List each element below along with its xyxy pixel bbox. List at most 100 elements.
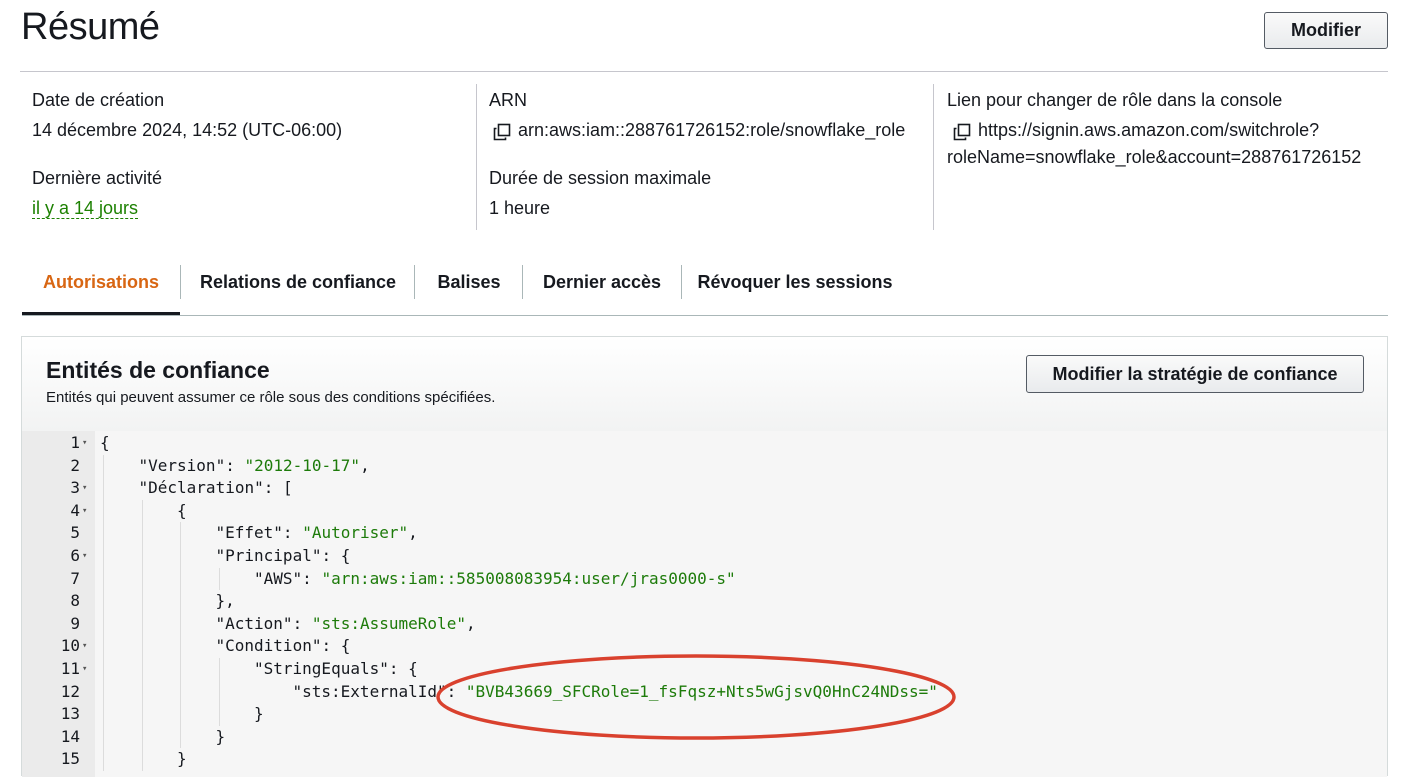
json-token: "Version": <box>138 455 245 475</box>
code-line: 6 ▾ "Principal": { <box>22 545 1387 568</box>
code-text: "Action": "sts:AssumeRole", <box>216 613 476 636</box>
json-string: "sts:AssumeRole" <box>311 613 466 633</box>
summary-divider <box>476 84 477 230</box>
tab-trust-relationships[interactable]: Relations de confiance <box>194 260 402 315</box>
line-number: 9 <box>70 613 80 633</box>
code-text: { <box>100 432 110 455</box>
session-duration-label: Durée de session maximale <box>489 168 712 188</box>
json-token: }, <box>215 591 235 611</box>
console-link-line-1[interactable]: https://signin.aws.amazon.com/switchrole… <box>978 120 1319 141</box>
panel-description: Entités qui peuvent assumer ce rôle sous… <box>46 389 496 406</box>
line-number: 11 <box>60 659 80 678</box>
json-token: { <box>177 500 187 520</box>
json-token: , <box>408 523 418 543</box>
code-text: } <box>216 726 226 749</box>
modify-button[interactable]: Modifier <box>1264 12 1388 49</box>
code-line: 7 "AWS": "arn:aws:iam::585008083954:user/… <box>22 568 1387 591</box>
tab-separator <box>681 265 682 299</box>
tab-permissions[interactable]: Autorisations <box>22 260 180 315</box>
json-token: } <box>177 749 187 769</box>
console-link-line-2[interactable]: roleName=snowflake_role&account=28876172… <box>947 147 1361 168</box>
code-text: "StringEquals": { <box>254 658 418 681</box>
json-token: { <box>100 433 110 452</box>
arn-value: arn:aws:iam::288761726152:role/snowflake… <box>518 120 906 140</box>
summary-column-dates: Date de création 14 décembre 2024, 14:52… <box>32 84 472 230</box>
json-token: } <box>215 726 226 746</box>
summary-column-console-link: Lien pour changer de rôle dans la consol… <box>947 84 1387 230</box>
line-number: 7 <box>70 568 80 588</box>
fold-toggle-icon[interactable]: ▾ <box>82 432 92 455</box>
json-token: "Action": <box>215 613 312 633</box>
tab-separator <box>180 265 181 299</box>
json-token: "StringEquals": { <box>254 659 418 678</box>
fold-toggle-icon[interactable]: ▾ <box>82 477 92 500</box>
fold-toggle-icon[interactable]: ▾ <box>82 635 92 658</box>
line-number: 1 <box>70 433 80 452</box>
creation-date-label: Date de création <box>32 90 165 110</box>
line-number: 14 <box>60 726 80 746</box>
indent-guide <box>141 499 143 771</box>
tab-bar: Autorisations Relations de confiance Bal… <box>22 260 1388 316</box>
code-text: { <box>177 500 187 523</box>
code-text: "Version": "2012-10-17", <box>139 455 370 478</box>
summary-divider <box>933 84 934 230</box>
json-token: "Déclaration": [ <box>138 478 293 498</box>
summary-column-arn: ARN arn:aws:iam::288761726152:role/snowf… <box>489 84 929 230</box>
header-divider <box>20 71 1388 72</box>
code-line: 5 "Effet": "Autoriser", <box>22 522 1387 545</box>
code-line: 2 "Version": "2012-10-17", <box>22 455 1387 478</box>
session-duration-value: 1 heure <box>489 198 551 218</box>
code-text: "AWS": "arn:aws:iam::585008083954:user/j… <box>254 568 736 591</box>
indent-guide <box>218 658 220 726</box>
code-text: "Effet": "Autoriser", <box>216 522 418 545</box>
last-activity-label: Dernière activité <box>32 168 163 188</box>
indent-guide <box>218 567 220 591</box>
tab-separator <box>522 265 523 299</box>
code-line: 8}, <box>22 590 1387 613</box>
json-token: "Condition": { <box>215 636 351 656</box>
json-string: "Autoriser" <box>302 523 409 543</box>
copy-icon[interactable] <box>493 123 511 141</box>
highlight-oval <box>436 654 956 740</box>
line-number: 5 <box>70 523 80 543</box>
code-text: "Principal": { <box>216 545 351 568</box>
code-text: }, <box>216 590 235 613</box>
json-string: "2012-10-17" <box>244 455 361 475</box>
tab-last-accessed[interactable]: Dernier accès <box>536 260 668 315</box>
json-token: , <box>360 455 370 475</box>
edit-trust-policy-button[interactable]: Modifier la stratégie de confiance <box>1026 355 1364 393</box>
code-line: 4 ▾ { <box>22 500 1387 523</box>
line-number: 8 <box>70 591 80 611</box>
line-number: 3 <box>70 478 80 498</box>
json-token: } <box>254 704 264 724</box>
code-line: 3 ▾ "Déclaration": [ <box>22 477 1387 500</box>
tab-revoke-sessions[interactable]: Révoquer les sessions <box>695 260 895 315</box>
tab-tags[interactable]: Balises <box>428 260 510 315</box>
copy-icon[interactable] <box>953 123 971 141</box>
console-link-label: Lien pour changer de rôle dans la consol… <box>947 90 1283 110</box>
fold-toggle-icon[interactable]: ▾ <box>82 500 92 523</box>
tab-separator <box>414 265 415 299</box>
line-number: 13 <box>60 704 80 724</box>
json-string: "arn:aws:iam::585008083954:user/jras0000… <box>321 568 736 588</box>
json-token: "AWS": <box>254 568 322 588</box>
json-token: , <box>465 613 476 633</box>
page-title: Résumé <box>21 6 160 48</box>
code-text: "Condition": { <box>216 635 351 658</box>
line-number: 10 <box>60 636 80 656</box>
last-activity-link[interactable]: il y a 14 jours <box>32 198 139 219</box>
code-text: } <box>254 703 264 726</box>
creation-date-value: 14 décembre 2024, 14:52 (UTC-06:00) <box>32 120 343 140</box>
line-number: 2 <box>70 455 80 475</box>
arn-label: ARN <box>489 90 528 110</box>
line-number: 4 <box>70 500 80 520</box>
fold-toggle-icon[interactable]: ▾ <box>82 545 92 568</box>
line-number: 6 <box>70 546 80 565</box>
code-text: "Déclaration": [ <box>139 477 293 500</box>
json-token: "Principal": { <box>215 546 351 565</box>
json-token: "Effet": <box>215 523 303 543</box>
indent-guide <box>180 522 181 749</box>
code-line: 1 ▾ { <box>22 432 1387 455</box>
panel-title: Entités de confiance <box>46 357 270 383</box>
fold-toggle-icon[interactable]: ▾ <box>82 658 92 681</box>
